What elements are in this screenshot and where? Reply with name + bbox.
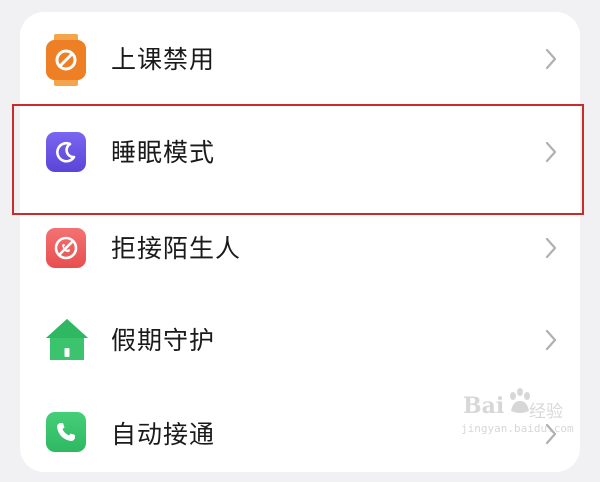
chevron-right-icon [545,237,557,259]
phone-icon [46,412,86,452]
chevron-right-icon [545,48,557,70]
block-call-icon [46,228,86,268]
settings-item-label: 拒接陌生人 [111,234,242,263]
no-entry-icon [46,34,86,86]
watermark-brand: Bai [463,393,505,419]
highlight-annotation-box [12,104,584,215]
chevron-right-icon [545,329,557,351]
settings-item-holiday-guard[interactable]: 假期守护 [20,294,580,388]
settings-item-label: 自动接通 [111,420,216,449]
settings-item-class-disable[interactable]: 上课禁用 [20,12,580,106]
paw-icon [510,388,530,413]
watermark-url: jingyan.baidu.com [461,422,574,435]
house-icon [44,316,90,362]
settings-item-label: 假期守护 [111,326,216,355]
baidu-jingyan-watermark: Bai 经验 jingyan.baidu.com [455,385,585,440]
watermark-brand-cn: 经验 [529,402,563,422]
settings-item-label: 上课禁用 [111,45,216,74]
